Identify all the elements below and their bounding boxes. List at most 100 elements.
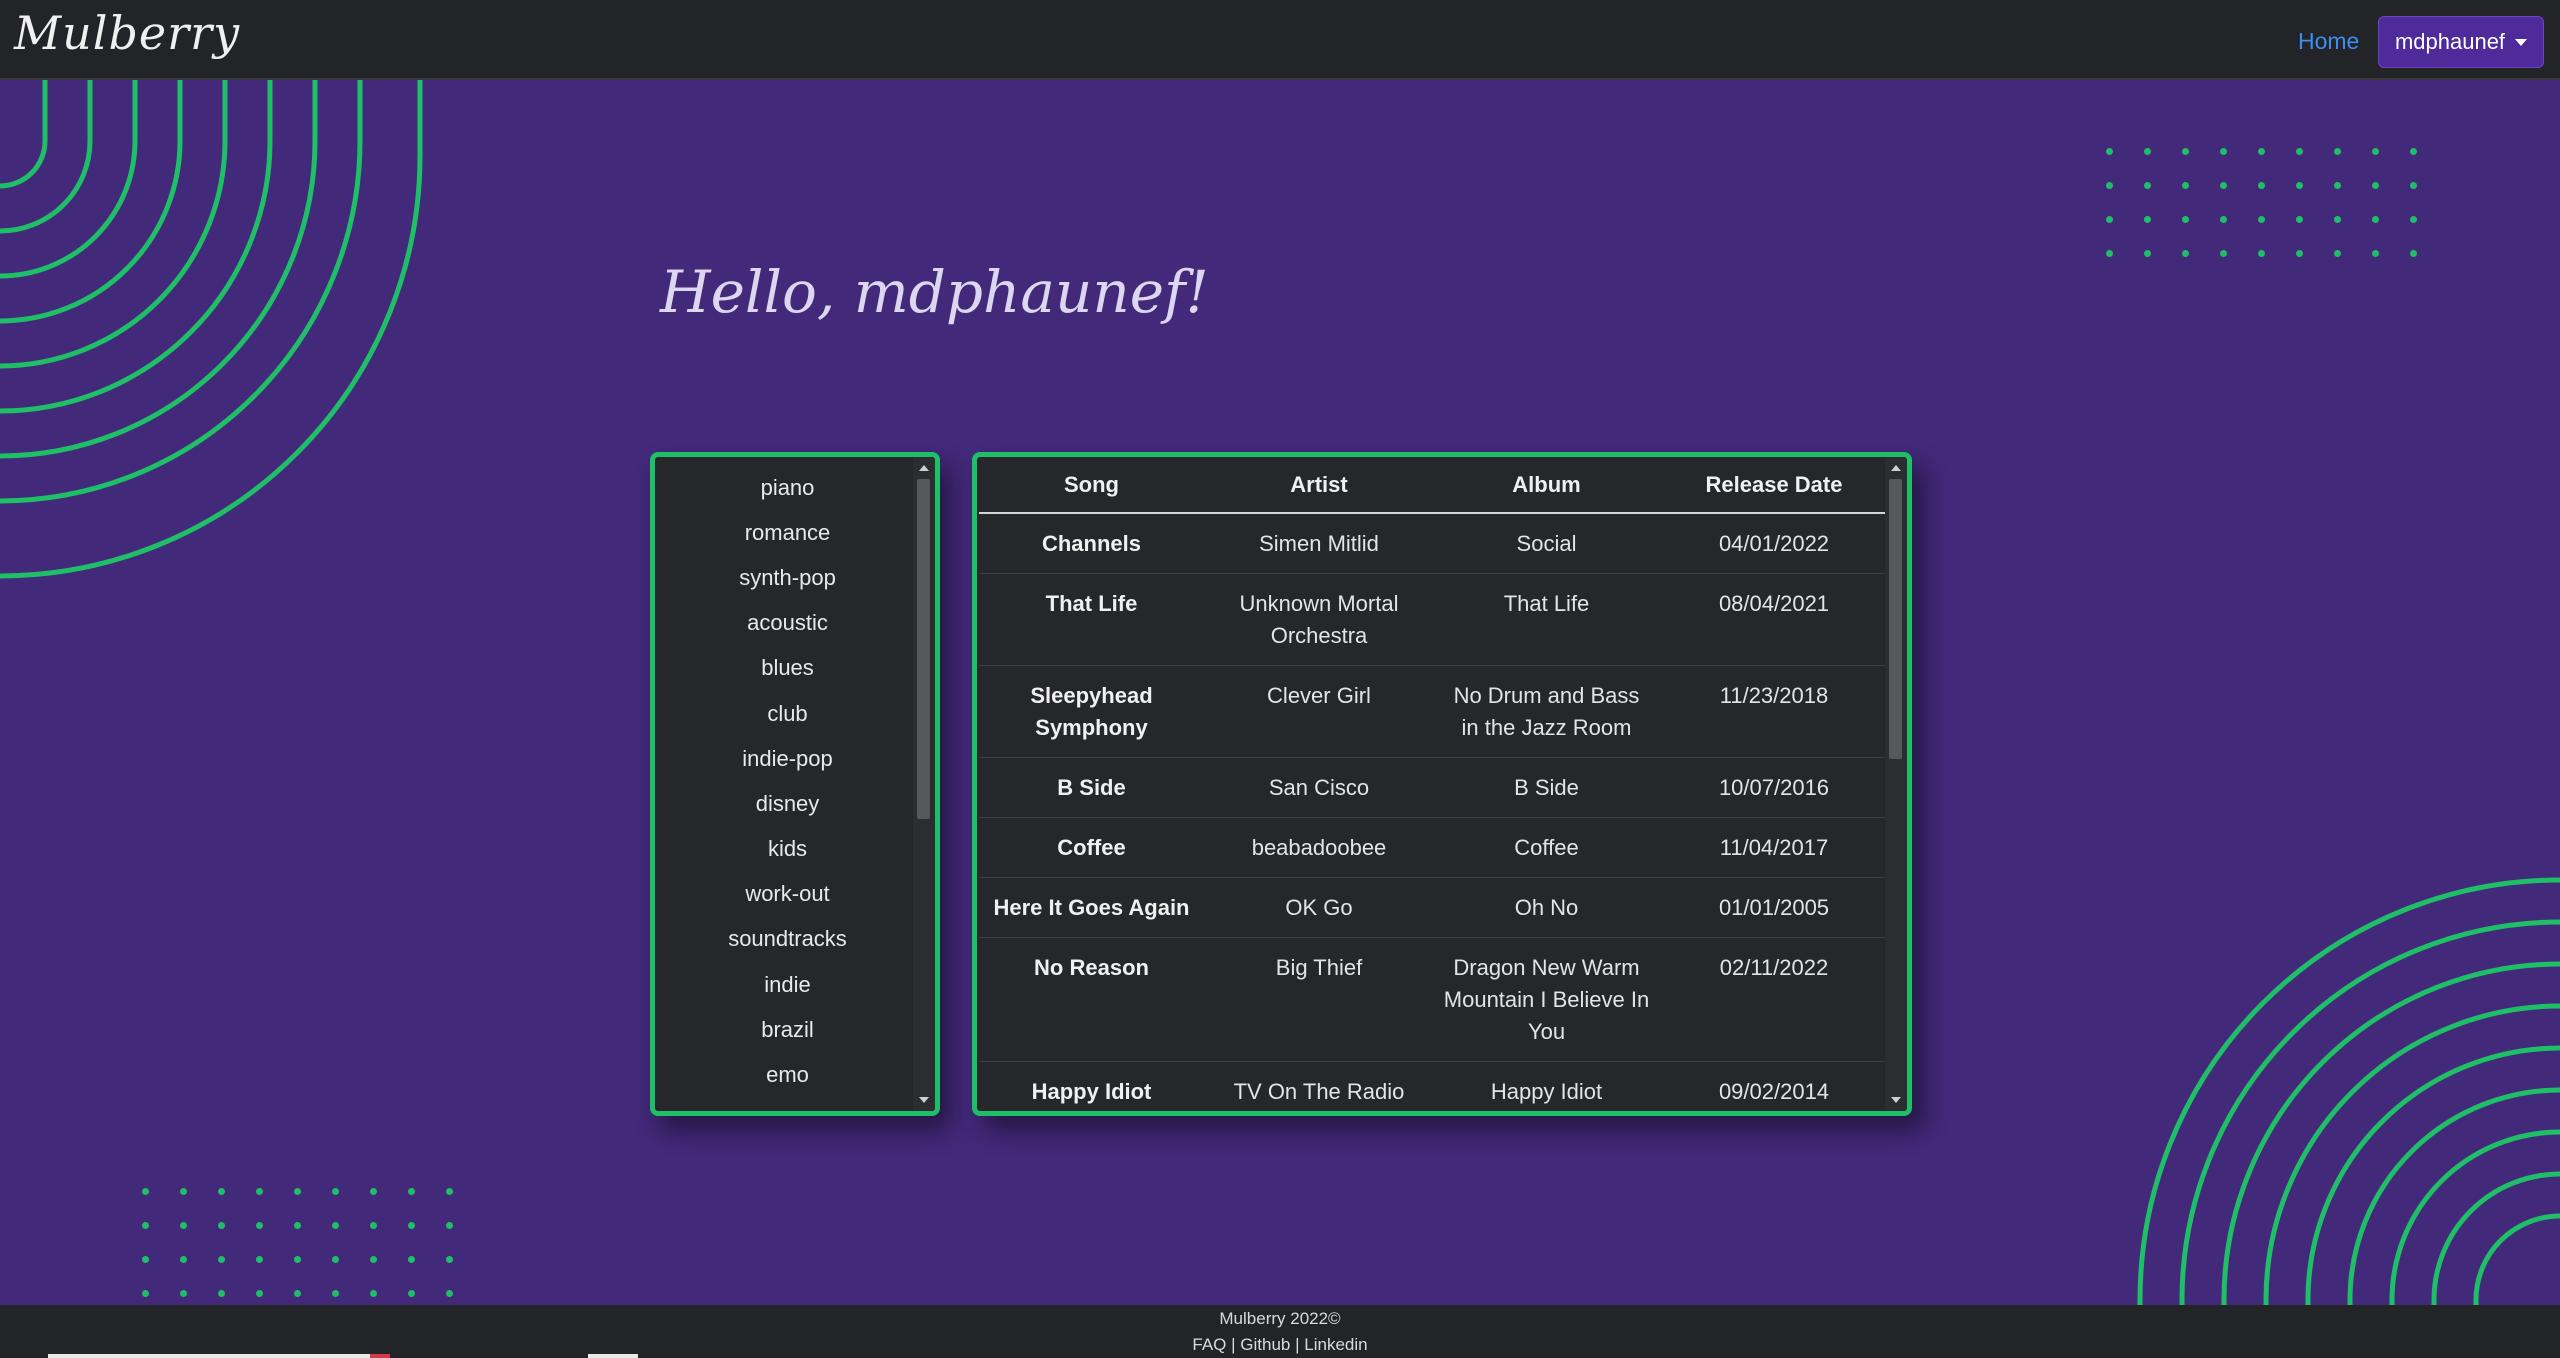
decorative-dot (2220, 182, 2227, 189)
genre-item[interactable]: piano (655, 465, 920, 510)
brand-logo[interactable]: Mulberry (14, 6, 240, 60)
decorative-dot (2410, 182, 2417, 189)
table-row[interactable]: Sleepyhead Symphony Clever Girl No Drum an… (979, 665, 1889, 758)
footer-link-github[interactable]: Github (1240, 1335, 1290, 1354)
column-header-album[interactable]: Album (1434, 457, 1659, 514)
artist-cell: beabadoobee (1204, 817, 1434, 878)
footer-copyright: Mulberry 2022© (1219, 1309, 1341, 1328)
song-cell: No Reason (979, 937, 1204, 1062)
decorative-dot (2182, 148, 2189, 155)
footer-link-faq[interactable]: FAQ (1192, 1335, 1226, 1354)
decorative-dot (142, 1256, 149, 1263)
footer-link-linkedin[interactable]: Linkedin (1304, 1335, 1367, 1354)
genre-scroll-thumb[interactable] (917, 479, 930, 819)
scroll-down-arrow-icon[interactable] (919, 1097, 929, 1103)
decorative-dot (2258, 250, 2265, 257)
greeting-heading: Hello, mdphaunef! (660, 258, 1209, 326)
decorative-arcs-top-left (0, 78, 423, 579)
decorative-dot (446, 1222, 453, 1229)
genre-item[interactable]: club (655, 691, 920, 736)
bottom-accent-bar-right (588, 1354, 638, 1358)
table-row[interactable]: No Reason Big Thief Dragon New Warm Mounta… (979, 937, 1889, 1062)
decorative-dot (2182, 250, 2189, 257)
release-date-cell: 11/04/2017 (1659, 817, 1889, 878)
song-cell: Channels (979, 513, 1204, 574)
genre-item[interactable]: disney (655, 781, 920, 826)
table-row[interactable]: Happy Idiot TV On The Radio Happy Idiot 09/… (979, 1061, 1889, 1111)
decorative-dot (256, 1188, 263, 1195)
column-header-artist[interactable]: Artist (1204, 457, 1434, 514)
song-table: Song Artist Album Release Date Channels S… (979, 457, 1889, 1111)
decorative-dot (370, 1290, 377, 1297)
decorative-dot (2220, 148, 2227, 155)
table-row[interactable]: Channels Simen Mitlid Social 04/01/2022 (979, 513, 1889, 574)
artist-cell: TV On The Radio (1204, 1061, 1434, 1111)
column-header-song[interactable]: Song (979, 457, 1204, 514)
song-table-panel[interactable]: Song Artist Album Release Date Channels S… (972, 452, 1912, 1116)
caret-down-icon (2515, 38, 2528, 46)
song-cell: Sleepyhead Symphony (979, 665, 1204, 758)
genre-item[interactable]: indie-pop (655, 736, 920, 781)
song-scroll-thumb[interactable] (1889, 479, 1902, 759)
decorative-dot (2372, 182, 2379, 189)
song-table-scrollbar[interactable] (1885, 457, 1907, 1111)
genre-item[interactable]: kids (655, 827, 920, 872)
decorative-dots-bottom-left (142, 1188, 484, 1297)
genre-item[interactable]: soundtracks (655, 917, 920, 962)
decorative-dot (2144, 182, 2151, 189)
genre-item[interactable]: brazil (655, 1007, 920, 1052)
decorative-dot (180, 1222, 187, 1229)
footer-links: FAQ | Github | Linkedin (0, 1335, 2560, 1355)
decorative-dot (2372, 216, 2379, 223)
artist-cell: Unknown Mortal Orchestra (1204, 573, 1434, 666)
genre-item[interactable]: j (655, 1098, 920, 1111)
release-date-cell: 01/01/2005 (1659, 877, 1889, 938)
table-row[interactable]: Coffee beabadoobee Coffee 11/04/2017 (979, 817, 1889, 878)
decorative-dot (218, 1188, 225, 1195)
genre-item[interactable]: indie (655, 962, 920, 1007)
table-row[interactable]: That Life Unknown Mortal Orchestra That Li… (979, 573, 1889, 666)
genre-item[interactable]: blues (655, 646, 920, 691)
decorative-dot (408, 1290, 415, 1297)
scroll-up-arrow-icon[interactable] (1891, 465, 1901, 471)
genre-item[interactable]: romance (655, 510, 920, 555)
decorative-dot (180, 1188, 187, 1195)
release-date-cell: 10/07/2016 (1659, 757, 1889, 818)
release-date-cell: 11/23/2018 (1659, 665, 1889, 758)
nav-home-link[interactable]: Home (2298, 28, 2359, 55)
genre-item[interactable]: synth-pop (655, 555, 920, 600)
table-header-row: Song Artist Album Release Date (979, 457, 1889, 514)
decorative-dot (370, 1222, 377, 1229)
decorative-dot (2106, 182, 2113, 189)
album-cell: No Drum and Bass in the Jazz Room (1434, 665, 1659, 758)
table-row[interactable]: B Side San Cisco B Side 10/07/2016 (979, 757, 1889, 818)
decorative-dot (370, 1256, 377, 1263)
album-cell: Dragon New Warm Mountain I Believe In Yo… (1434, 937, 1659, 1062)
scroll-down-arrow-icon[interactable] (1891, 1097, 1901, 1103)
column-header-release-date[interactable]: Release Date (1659, 457, 1889, 514)
decorative-dot (370, 1188, 377, 1195)
release-date-cell: 02/11/2022 (1659, 937, 1889, 1062)
album-cell: B Side (1434, 757, 1659, 818)
table-row[interactable]: Here It Goes Again OK Go Oh No 01/01/2005 (979, 877, 1889, 938)
decorative-dot (2258, 182, 2265, 189)
scroll-up-arrow-icon[interactable] (919, 465, 929, 471)
user-menu-button[interactable]: mdphaunef (2378, 16, 2544, 68)
decorative-dot (180, 1256, 187, 1263)
decorative-dot (2182, 216, 2189, 223)
decorative-dot (2296, 182, 2303, 189)
page-footer: Mulberry 2022© FAQ | Github | Linkedin (0, 1305, 2560, 1358)
decorative-dot (446, 1256, 453, 1263)
decorative-dot (2296, 216, 2303, 223)
genre-item[interactable]: emo (655, 1052, 920, 1097)
genre-scrollbar[interactable] (913, 457, 935, 1111)
footer-separator: | (1231, 1335, 1236, 1354)
genre-item[interactable]: work-out (655, 872, 920, 917)
bottom-accent-bar-red (370, 1354, 390, 1358)
genre-item[interactable]: acoustic (655, 601, 920, 646)
decorative-dot (2144, 148, 2151, 155)
user-menu-label: mdphaunef (2394, 29, 2506, 54)
album-cell: Social (1434, 513, 1659, 574)
genre-list-panel[interactable]: piano romance synth-pop acoustic blues club in… (650, 452, 940, 1116)
decorative-dot (218, 1222, 225, 1229)
